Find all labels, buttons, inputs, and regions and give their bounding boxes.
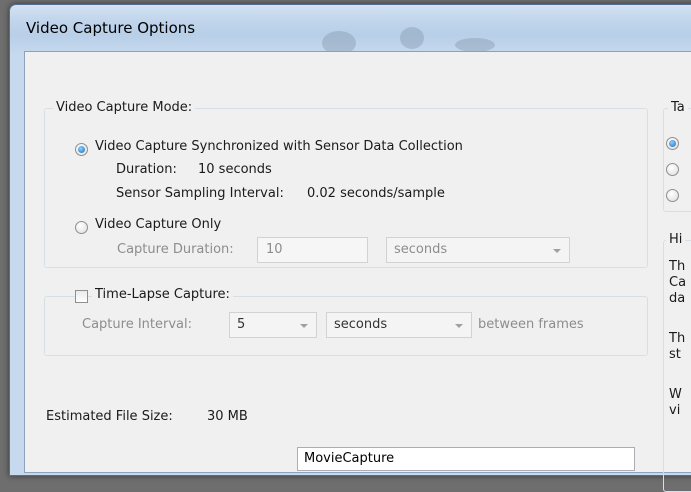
right-side-group: Ta — [663, 100, 691, 212]
between-frames-label: between frames — [478, 317, 584, 332]
capture-interval-value: 5 — [237, 317, 246, 332]
file-name-input[interactable]: MovieCapture — [297, 447, 635, 471]
file-name-value: MovieCapture — [304, 451, 395, 466]
duration-label: Duration: — [116, 162, 177, 177]
dialog-client-area: Video Capture Mode: Video Capture Synchr… — [24, 51, 691, 492]
hint-text-line: Th — [669, 331, 686, 346]
capture-duration-label: Capture Duration: — [117, 242, 234, 257]
video-capture-options-window: Video Capture Options Video Capture Mode… — [9, 4, 691, 492]
capture-duration-input[interactable]: 10 — [257, 237, 368, 263]
hint-text-line: W — [669, 387, 682, 402]
sampling-interval-value: 0.02 seconds/sample — [307, 186, 445, 201]
time-lapse-group: Time-Lapse Capture: Capture Interval: 5 … — [44, 287, 648, 356]
video-capture-mode-legend: Video Capture Mode: — [53, 100, 196, 115]
time-lapse-label[interactable]: Time-Lapse Capture: — [92, 287, 233, 302]
duration-value: 10 seconds — [198, 162, 272, 177]
hint-group-legend: Hi — [666, 232, 686, 247]
hint-text-line: da — [669, 291, 686, 306]
titlebar-ghost-shape — [400, 27, 424, 49]
capture-duration-value: 10 — [266, 242, 283, 257]
estimated-file-size-value: 30 MB — [207, 409, 248, 424]
radio-unselected-icon[interactable] — [666, 189, 679, 202]
synchronized-capture-label[interactable]: Video Capture Synchronized with Sensor D… — [95, 139, 463, 154]
radio-selected-icon[interactable] — [75, 143, 88, 156]
video-capture-only-label[interactable]: Video Capture Only — [95, 217, 221, 232]
estimated-file-size-label: Estimated File Size: — [46, 409, 173, 424]
hint-text-line: st — [669, 347, 681, 362]
window-title: Video Capture Options — [26, 19, 196, 37]
capture-duration-unit-select[interactable]: seconds — [386, 237, 570, 263]
capture-interval-label: Capture Interval: — [82, 317, 192, 332]
capture-duration-unit-value: seconds — [394, 242, 448, 257]
radio-selected-icon[interactable] — [666, 137, 679, 150]
titlebar-ghost-shape — [455, 38, 495, 52]
capture-interval-unit-select[interactable]: seconds — [326, 312, 472, 338]
hint-group: Hi Th Ca da Th st W vi — [663, 232, 691, 492]
chevron-down-icon — [553, 249, 561, 253]
capture-interval-select[interactable]: 5 — [229, 312, 317, 338]
hint-text-line: Ca — [669, 275, 687, 290]
chevron-down-icon — [300, 324, 308, 328]
checkbox-unchecked-icon[interactable] — [75, 290, 88, 303]
radio-unselected-icon[interactable] — [75, 221, 88, 234]
video-capture-mode-group: Video Capture Mode: Video Capture Synchr… — [44, 100, 648, 268]
right-side-group-legend: Ta — [668, 100, 688, 115]
hint-text-line: vi — [669, 403, 681, 418]
title-bar[interactable]: Video Capture Options — [10, 5, 691, 55]
radio-unselected-icon[interactable] — [666, 163, 679, 176]
sampling-interval-label: Sensor Sampling Interval: — [116, 186, 284, 201]
chevron-down-icon — [455, 324, 463, 328]
capture-interval-unit-value: seconds — [334, 317, 388, 332]
hint-text-line: Th — [669, 259, 686, 274]
